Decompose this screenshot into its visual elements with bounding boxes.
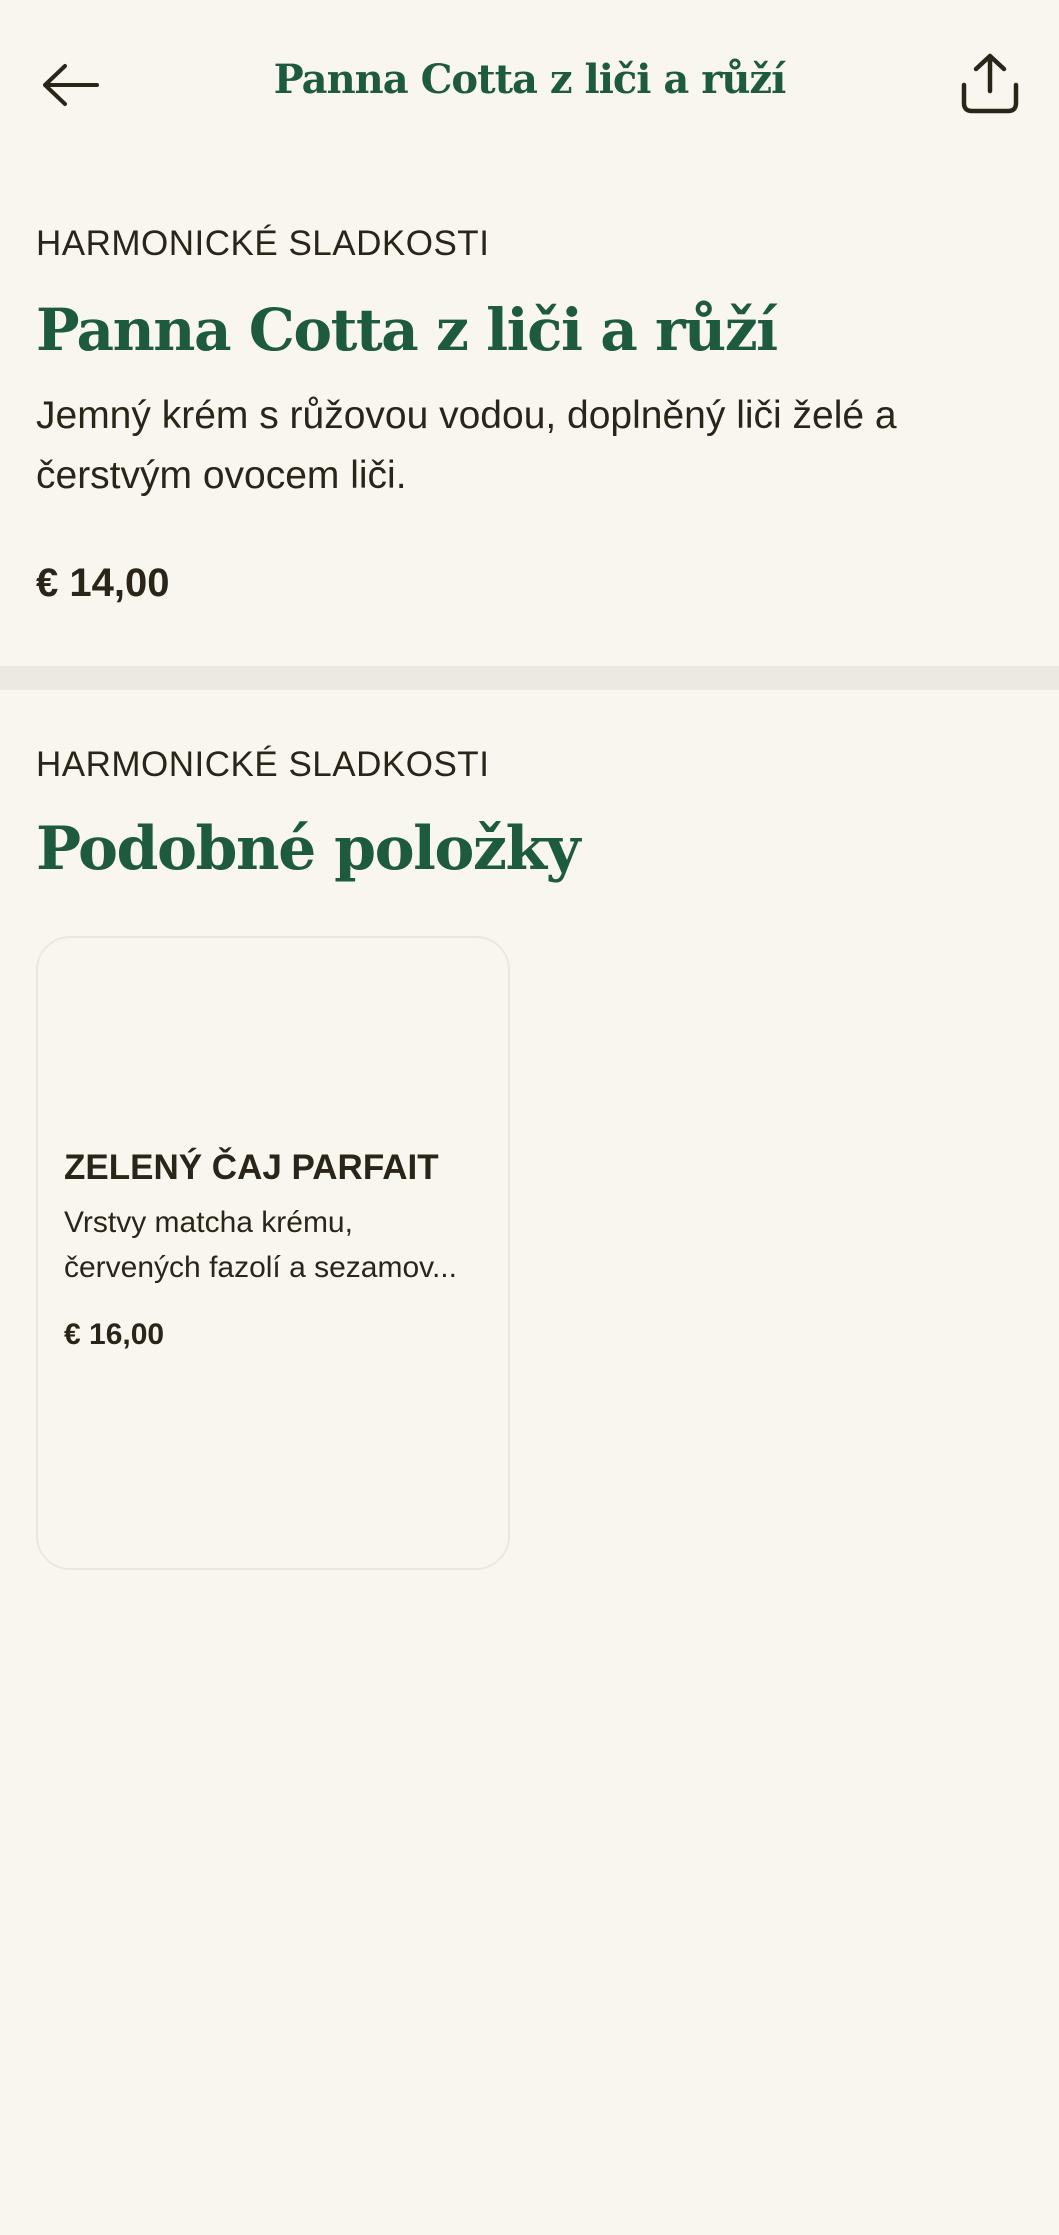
section-divider	[0, 666, 1059, 690]
similar-item-card[interactable]: ZELENÝ ČAJ PARFAIT Vrstvy matcha krému, …	[36, 936, 510, 1570]
header-title: Panna Cotta z liči a růží	[273, 56, 787, 103]
similar-items-title: Podobné položky	[36, 814, 580, 884]
similar-items-section: HARMONICKÉ SLADKOSTI Podobné položky	[36, 743, 1026, 887]
item-details: HARMONICKÉ SLADKOSTI Panna Cotta z liči …	[36, 222, 1026, 608]
arrow-left-icon	[43, 64, 99, 106]
card-description-line-2: červených fazolí a sezamov...	[64, 1251, 457, 1284]
card-description-line-1: Vrstvy matcha krému,	[64, 1206, 353, 1239]
item-description: Jemný krém s růžovou vodou, doplněný lič…	[36, 394, 897, 497]
card-title: ZELENÝ ČAJ PARFAIT	[64, 1148, 439, 1187]
item-category: HARMONICKÉ SLADKOSTI	[36, 224, 490, 263]
card-content: ZELENÝ ČAJ PARFAIT Vrstvy matcha krému, …	[64, 1146, 492, 1354]
share-button[interactable]	[955, 48, 1025, 118]
similar-category: HARMONICKÉ SLADKOSTI	[36, 745, 490, 784]
share-icon	[961, 53, 1019, 114]
top-bar: Panna Cotta z liči a růží	[0, 0, 1059, 170]
card-price: € 16,00	[64, 1318, 165, 1351]
item-price: € 14,00	[36, 561, 170, 605]
card-description: Vrstvy matcha krému, červených fazolí a …	[64, 1200, 492, 1290]
back-button[interactable]	[36, 50, 106, 120]
item-title: Panna Cotta z liči a růží	[36, 296, 778, 364]
